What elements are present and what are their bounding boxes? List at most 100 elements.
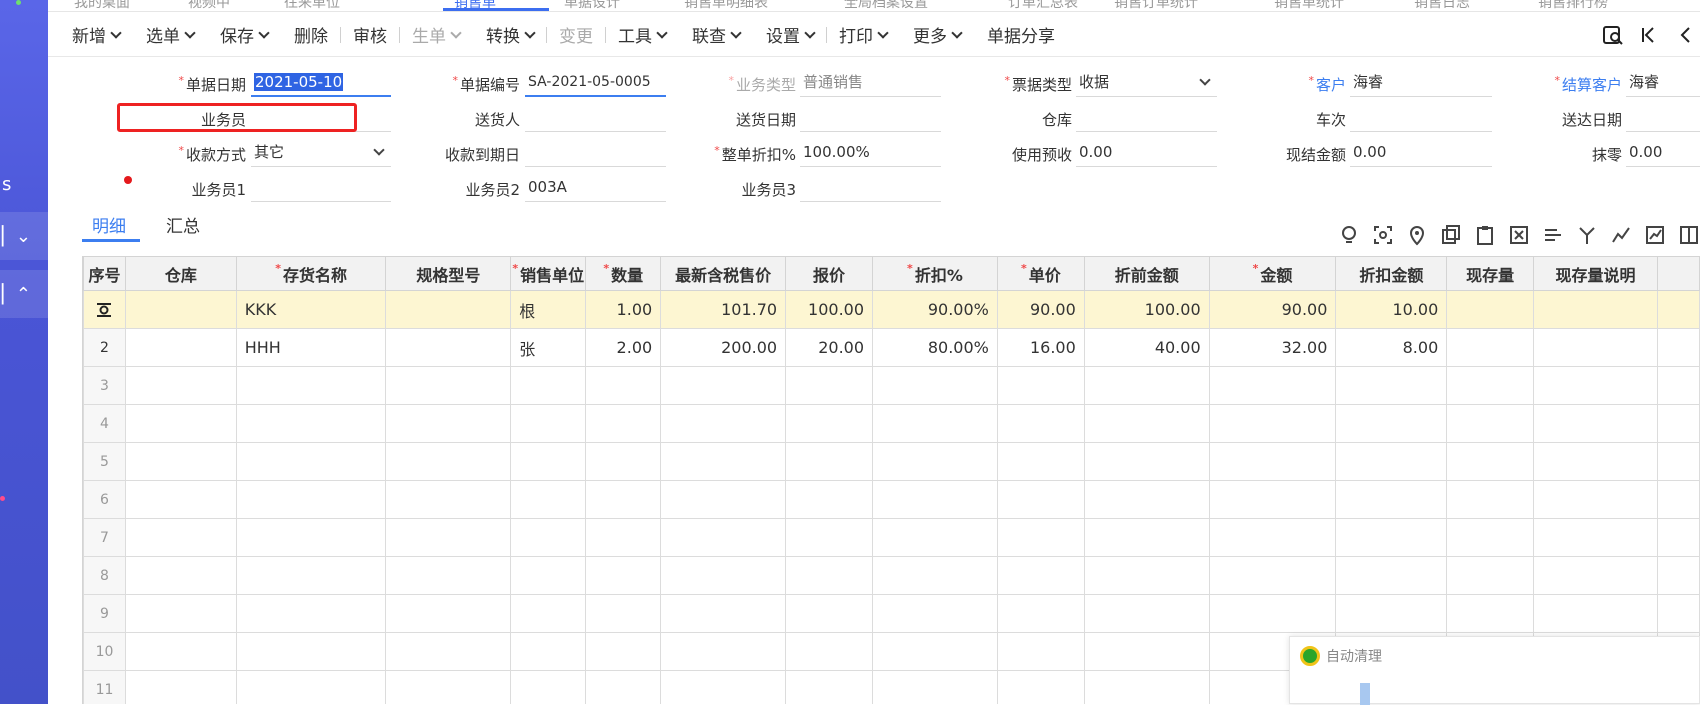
cell-warehouse[interactable] [124, 328, 237, 367]
cell-empty[interactable] [385, 556, 512, 595]
cell-empty[interactable] [660, 556, 787, 595]
cell-disc_amount[interactable]: 8.00 [1335, 328, 1448, 367]
cell-empty[interactable] [785, 594, 874, 633]
column-header[interactable]: 报价 [785, 256, 874, 291]
cell-empty[interactable] [1656, 404, 1700, 443]
cell-empty[interactable] [996, 556, 1085, 595]
cell-empty[interactable] [872, 632, 998, 671]
cell-empty[interactable] [785, 480, 874, 519]
cell-empty[interactable] [872, 404, 998, 443]
cell-empty[interactable] [1083, 366, 1210, 405]
top-tab[interactable]: 视频中 [188, 0, 230, 11]
toolbar-6-button[interactable]: 转换 [486, 22, 536, 47]
cell-qty[interactable]: 2.00 [585, 328, 662, 367]
cell-empty[interactable] [124, 404, 237, 443]
column-header[interactable]: * 单价 [996, 256, 1085, 291]
doc-date-input[interactable]: 2021-05-10 [251, 67, 391, 97]
cell-empty[interactable] [872, 556, 998, 595]
top-tab[interactable]: 单据设计 [564, 0, 620, 11]
cell-empty[interactable] [1208, 366, 1337, 405]
table-row[interactable]: 2 HHH 张 2.00 200.00 20.00 80.00% 16.00 40.00 32.0… [83, 328, 1700, 367]
cell-price[interactable]: 90.00 [996, 290, 1085, 329]
doc-no-input[interactable]: SA-2021-05-0005 [525, 67, 666, 97]
top-tab[interactable]: 销售单明细表 [684, 0, 768, 11]
cell-empty[interactable] [996, 404, 1085, 443]
prev-page-icon[interactable] [1674, 24, 1696, 46]
cell-empty[interactable] [1335, 442, 1448, 481]
salesman3-input[interactable] [800, 172, 941, 202]
toolbar-0-button[interactable]: 新增 [72, 22, 122, 47]
column-header[interactable]: 仓库 [124, 256, 237, 291]
cell-empty[interactable] [235, 480, 387, 519]
cell-empty[interactable] [1656, 556, 1700, 595]
pay-method-select[interactable]: 其它 [251, 137, 391, 167]
shipper-input[interactable] [525, 102, 666, 132]
cell-empty[interactable] [1446, 366, 1535, 405]
bulb-icon[interactable] [1338, 224, 1360, 246]
cell-empty[interactable] [1656, 594, 1700, 633]
cell-empty[interactable] [510, 480, 587, 519]
column-header[interactable]: 现存量 [1446, 256, 1535, 291]
row-index[interactable]: 11 [83, 670, 126, 704]
cell-empty[interactable] [660, 404, 787, 443]
cell-empty[interactable] [585, 670, 662, 704]
toolbar-1-button[interactable]: 选单 [146, 22, 196, 47]
cell-empty[interactable] [385, 670, 512, 704]
cell-empty[interactable] [124, 442, 237, 481]
cell-stock[interactable] [1446, 290, 1535, 329]
toolbar-3-button[interactable]: 删除 [294, 22, 328, 47]
cell-empty[interactable] [385, 442, 512, 481]
top-tab[interactable]: 往来单位 [284, 0, 340, 11]
cell-empty[interactable] [1533, 442, 1658, 481]
row-index[interactable]: 9 [83, 594, 126, 633]
cell-quote[interactable]: 20.00 [785, 328, 874, 367]
cell-stock_note[interactable] [1533, 328, 1658, 367]
cell-latest_price[interactable]: 101.70 [660, 290, 787, 329]
cell-amount[interactable]: 32.00 [1208, 328, 1337, 367]
cell-empty[interactable] [1656, 366, 1700, 405]
split-icon[interactable] [1576, 224, 1598, 246]
trend-icon[interactable] [1644, 224, 1666, 246]
invoice-type-select[interactable]: 收据 [1076, 67, 1217, 97]
cell-empty[interactable] [1656, 518, 1700, 557]
cell-empty[interactable] [1533, 518, 1658, 557]
customer-label[interactable]: * 客户 [1208, 74, 1346, 95]
cell-empty[interactable] [1083, 670, 1210, 704]
cell-empty[interactable] [1083, 442, 1210, 481]
cell-empty[interactable] [996, 480, 1085, 519]
cell-empty[interactable] [785, 632, 874, 671]
toolbar-7-button[interactable]: 变更 [559, 22, 593, 47]
cell-empty[interactable] [1533, 404, 1658, 443]
warehouse-input[interactable] [1076, 102, 1217, 132]
cell-empty[interactable] [585, 404, 662, 443]
cell-empty[interactable] [872, 518, 998, 557]
cell-empty[interactable] [1335, 404, 1448, 443]
top-tab[interactable]: 销售排行榜 [1538, 0, 1608, 11]
top-tab[interactable]: 我的桌面 [74, 0, 130, 11]
cell-empty[interactable] [1335, 480, 1448, 519]
row-index[interactable]: 4 [83, 404, 126, 443]
auto-clean-popup[interactable]: 自动清理 [1289, 636, 1700, 705]
column-header[interactable]: 现存量说明 [1533, 256, 1658, 291]
cell-empty[interactable] [1083, 480, 1210, 519]
cell-empty[interactable] [1446, 518, 1535, 557]
cell-empty[interactable] [872, 480, 998, 519]
discount-input[interactable]: 100.00% [800, 137, 941, 167]
cell-empty[interactable] [1083, 594, 1210, 633]
cell-empty[interactable] [1083, 556, 1210, 595]
biz-type-input[interactable]: 普通销售 [800, 67, 941, 97]
cell-empty[interactable] [235, 442, 387, 481]
row-index[interactable]: 8 [83, 556, 126, 595]
row-index[interactable]: 5 [83, 442, 126, 481]
cell-empty[interactable] [1335, 518, 1448, 557]
cell-quote[interactable]: 100.00 [785, 290, 874, 329]
cell-empty[interactable] [660, 632, 787, 671]
settle-customer-label[interactable]: * 结算客户 [1484, 74, 1622, 95]
customer-input[interactable]: 海睿 [1350, 67, 1492, 97]
cell-empty[interactable] [1446, 442, 1535, 481]
cell-empty[interactable] [124, 670, 237, 704]
row-index[interactable] [83, 290, 126, 329]
cell-stock_note[interactable] [1533, 290, 1658, 329]
cell-empty[interactable] [124, 594, 237, 633]
table-row-empty[interactable]: 8 [83, 556, 1700, 595]
